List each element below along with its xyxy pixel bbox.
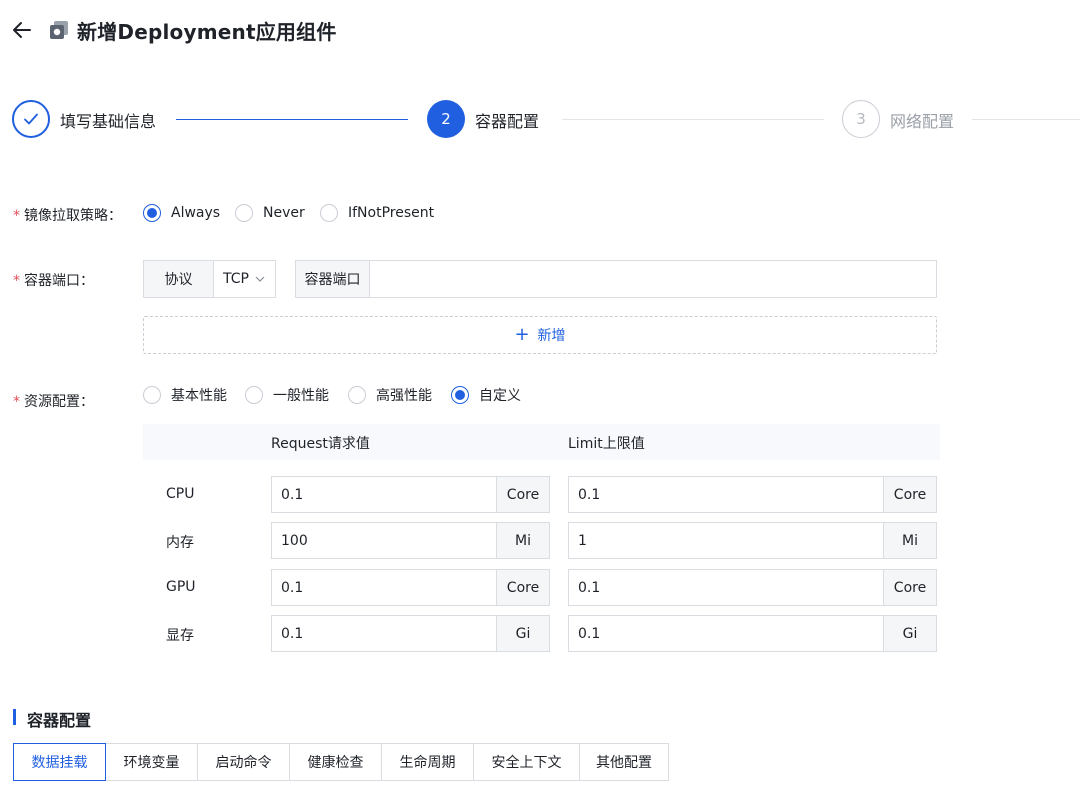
resources-custom-radio[interactable]: 自定义 (451, 385, 521, 405)
request-column-header: Request请求值 (271, 436, 370, 452)
pull-policy-label: * 镜像拉取策略： (13, 208, 122, 224)
step-1-circle (12, 100, 50, 138)
step-connector-2 (562, 119, 824, 120)
tab-security-context[interactable]: 安全上下文 (473, 743, 580, 781)
step-3-circle: 3 (842, 100, 880, 138)
gpu-request-input[interactable]: 0.1 Core (271, 569, 550, 606)
resource-row-label: 显存 (166, 628, 194, 644)
container-port-row: 协议 TCP 容器端口 (143, 260, 938, 298)
radio-unchecked-icon (245, 386, 263, 404)
pull-policy-ifnotpresent-radio[interactable]: IfNotPresent (320, 204, 434, 222)
check-icon (24, 113, 38, 125)
container-port-input[interactable] (369, 260, 937, 298)
limit-column-header: Limit上限值 (568, 436, 645, 452)
tab-data-mount[interactable]: 数据挂载 (13, 743, 106, 781)
unit-addon: Core (883, 477, 936, 512)
tab-start-command[interactable]: 启动命令 (197, 743, 290, 781)
step-2-circle: 2 (427, 100, 465, 138)
tab-lifecycle[interactable]: 生命周期 (381, 743, 474, 781)
unit-addon: Core (496, 477, 549, 512)
resources-high-radio[interactable]: 高强性能 (348, 385, 432, 405)
app-box-icon (50, 21, 68, 39)
page-header: 新增Deployment应用组件 (0, 0, 1080, 62)
section-accent-bar (13, 709, 16, 725)
required-mark: * (13, 394, 20, 410)
pull-policy-never-radio[interactable]: Never (235, 204, 305, 222)
vram-request-input[interactable]: 0.1 Gi (271, 615, 550, 652)
unit-addon: Core (496, 570, 549, 605)
unit-addon: Gi (883, 616, 936, 651)
unit-addon: Core (883, 570, 936, 605)
radio-unchecked-icon (143, 386, 161, 404)
step-connector-3 (972, 119, 1080, 120)
unit-addon: Gi (496, 616, 549, 651)
vram-limit-input[interactable]: 0.1 Gi (568, 615, 937, 652)
add-port-button[interactable]: + 新增 (143, 316, 937, 354)
radio-checked-icon (451, 386, 469, 404)
resources-normal-radio[interactable]: 一般性能 (245, 385, 329, 405)
resource-row-label: CPU (166, 486, 195, 502)
arrow-left-icon[interactable] (10, 18, 34, 42)
tab-env-vars[interactable]: 环境变量 (105, 743, 198, 781)
unit-addon: Mi (883, 523, 936, 558)
radio-unchecked-icon (320, 204, 338, 222)
step-connector-1 (176, 119, 408, 120)
radio-checked-icon (143, 204, 161, 222)
resources-table-header: Request请求值 Limit上限值 (143, 424, 940, 460)
resources-basic-radio[interactable]: 基本性能 (143, 385, 227, 405)
tab-other-config[interactable]: 其他配置 (579, 743, 669, 781)
step-3-number: 3 (856, 110, 866, 128)
step-1-label: 填写基础信息 (60, 112, 157, 131)
pull-policy-always-radio[interactable]: Always (143, 204, 220, 222)
protocol-value: TCP (223, 271, 249, 287)
memory-request-input[interactable]: 100 Mi (271, 522, 550, 559)
plus-icon: + (514, 324, 530, 345)
required-mark: * (13, 273, 20, 289)
gpu-limit-input[interactable]: 0.1 Core (568, 569, 937, 606)
required-mark: * (13, 208, 20, 224)
protocol-select[interactable]: TCP (213, 260, 276, 298)
resource-row-label: 内存 (166, 535, 194, 551)
step-2-label: 容器配置 (475, 112, 540, 131)
step-3-label: 网络配置 (890, 112, 955, 131)
tab-health-check[interactable]: 健康检查 (289, 743, 382, 781)
protocol-addon: 协议 (143, 260, 214, 298)
container-port-label: * 容器端口： (13, 273, 94, 289)
section-title: 容器配置 (27, 711, 92, 730)
page-title: 新增Deployment应用组件 (77, 20, 337, 44)
memory-limit-input[interactable]: 1 Mi (568, 522, 937, 559)
unit-addon: Mi (496, 523, 549, 558)
resource-row-label: GPU (166, 579, 196, 595)
stepper: 填写基础信息 2 容器配置 3 网络配置 (0, 100, 1080, 140)
cpu-limit-input[interactable]: 0.1 Core (568, 476, 937, 513)
port-addon: 容器端口 (295, 260, 370, 298)
container-config-tabs: 数据挂载 环境变量 启动命令 健康检查 生命周期 安全上下文 其他配置 (13, 743, 669, 781)
radio-unchecked-icon (348, 386, 366, 404)
step-2-number: 2 (441, 110, 451, 128)
chevron-down-icon (255, 276, 265, 282)
cpu-request-input[interactable]: 0.1 Core (271, 476, 550, 513)
radio-unchecked-icon (235, 204, 253, 222)
resources-label: * 资源配置： (13, 394, 94, 410)
